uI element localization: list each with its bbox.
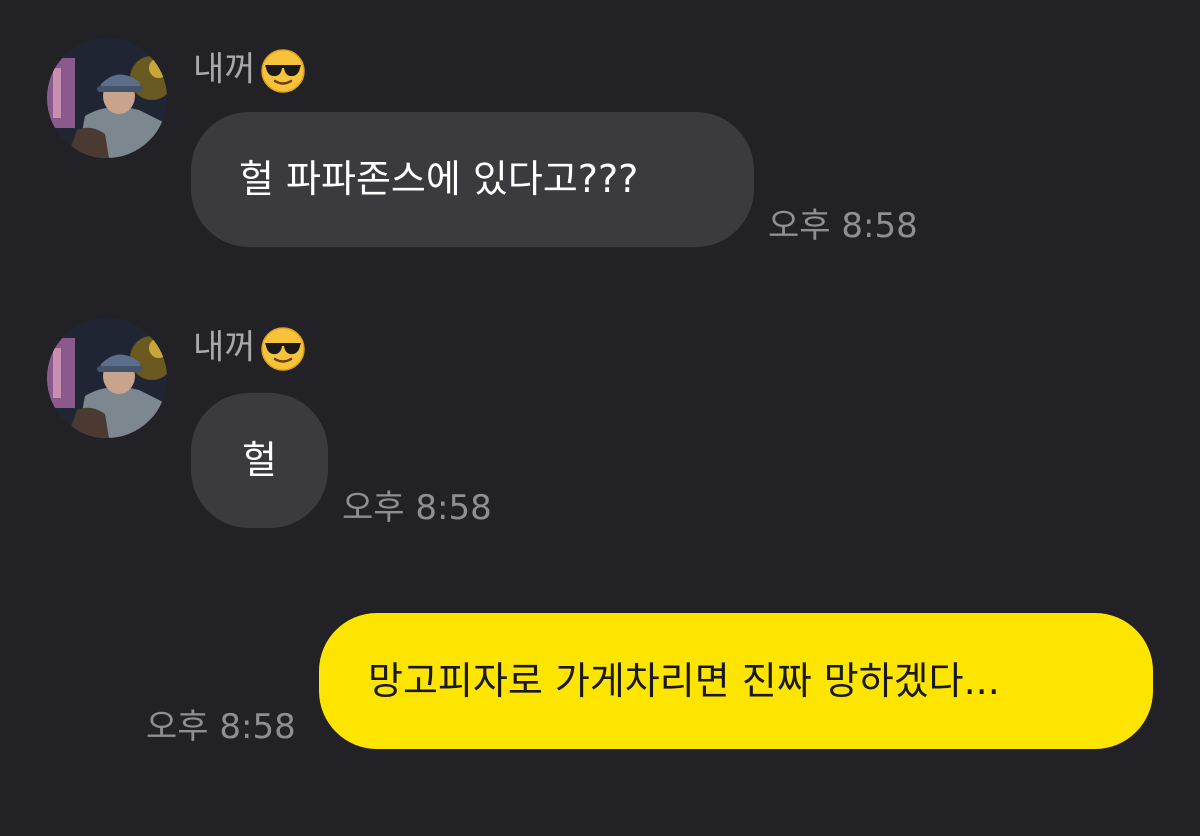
avatar[interactable] <box>47 38 167 158</box>
profile-photo-icon <box>47 38 167 158</box>
message-text: 헐 파파존스에 있다고??? <box>239 157 639 201</box>
message-bubble[interactable]: 망고피자로 가게차리면 진짜 망하겠다... <box>319 613 1153 749</box>
profile-photo-icon <box>47 318 167 438</box>
message-timestamp: 오후 8:58 <box>342 488 492 528</box>
sender-name-text: 내꺼 <box>193 49 256 90</box>
message-text: 헐 <box>242 438 277 482</box>
message-bubble[interactable]: 헐 <box>191 393 328 528</box>
avatar[interactable] <box>47 318 167 438</box>
message-timestamp: 오후 8:58 <box>768 206 918 246</box>
message-bubble[interactable]: 헐 파파존스에 있다고??? <box>191 112 754 247</box>
message-timestamp: 오후 8:58 <box>146 707 296 747</box>
sender-name: 내꺼 <box>193 48 306 94</box>
sender-name: 내꺼 <box>193 326 306 372</box>
sunglasses-emoji-icon <box>260 327 305 371</box>
sunglasses-emoji-icon <box>260 49 305 93</box>
message-text: 망고피자로 가게차리면 진짜 망하겠다... <box>368 659 1000 703</box>
sender-name-text: 내꺼 <box>193 327 256 368</box>
